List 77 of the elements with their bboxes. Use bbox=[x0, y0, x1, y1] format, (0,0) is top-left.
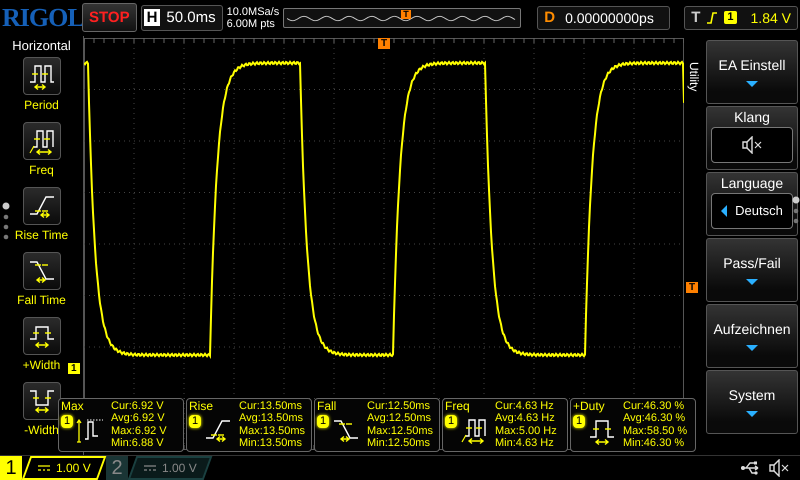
channel-number[interactable]: 2 bbox=[106, 456, 128, 480]
menu-button[interactable]: Aufzeichnen bbox=[706, 304, 798, 368]
measure-label: Freq bbox=[29, 162, 54, 177]
measurement-reading: Cur:6.92 V bbox=[111, 400, 165, 412]
channel-badge: 1 bbox=[573, 414, 586, 428]
trigger-position-marker: T bbox=[378, 38, 390, 49]
sound-toggle[interactable] bbox=[711, 126, 793, 163]
measurement-reading: Avg:6.92 V bbox=[111, 412, 166, 425]
measure-button[interactable] bbox=[22, 252, 60, 290]
measurement-reading: Min:13.50ms bbox=[239, 437, 303, 450]
measurement-reading: Cur:13.50ms bbox=[239, 400, 303, 412]
channel-scale[interactable]: 1.00 V bbox=[128, 456, 212, 480]
measurement-reading: Avg:13.50ms bbox=[239, 412, 304, 425]
measurement-name: Rise bbox=[189, 400, 214, 413]
measurement-reading: Cur:12.50ms bbox=[367, 400, 431, 412]
dc-coupling-icon bbox=[144, 464, 156, 472]
measurement-name: Fall bbox=[317, 400, 338, 413]
memory-depth: 6.00M pts bbox=[226, 18, 276, 30]
menu-button[interactable]: System bbox=[706, 370, 798, 434]
speaker-muted-icon bbox=[741, 136, 763, 154]
menu-label: Klang bbox=[734, 108, 770, 125]
delay-label: D bbox=[544, 9, 556, 26]
menu-button[interactable]: EA Einstell bbox=[706, 40, 798, 104]
measurement-reading: Max:13.50ms bbox=[239, 424, 306, 438]
timebase-value: 50.0ms bbox=[166, 9, 216, 26]
measurement-reading: Avg:46.30 % bbox=[623, 412, 686, 425]
run-stop-button[interactable]: STOP bbox=[82, 3, 137, 32]
measurement-reading: Min:6.88 V bbox=[111, 437, 165, 450]
channel-scale[interactable]: 1.00 V bbox=[22, 456, 106, 480]
measurement-reading: Cur:4.63 Hz bbox=[495, 400, 555, 412]
measure-label: -Width bbox=[24, 422, 59, 437]
measure-label: +Width bbox=[22, 358, 60, 372]
measure-label: Period bbox=[24, 98, 59, 112]
measure-button[interactable] bbox=[22, 122, 60, 160]
measurement-reading: Max:6.92 V bbox=[111, 424, 167, 438]
menu-title: Horizontal bbox=[12, 38, 71, 53]
measurement-name: Max bbox=[61, 400, 85, 413]
measurement-reading: Min:46.30 % bbox=[623, 437, 686, 450]
measurement-reading: Max:58.50 % bbox=[623, 424, 688, 438]
menu-label: Language bbox=[720, 174, 784, 191]
measurement-reading: Avg:4.63 Hz bbox=[495, 412, 556, 425]
measurement-reading: Avg:12.50ms bbox=[367, 412, 432, 425]
page-dots-icon bbox=[2, 202, 10, 242]
rising-edge-icon bbox=[706, 10, 718, 25]
channel-badge: 1 bbox=[61, 414, 74, 428]
measurement-name: Freq bbox=[445, 400, 471, 413]
sample-rate: 10.0MSa/s bbox=[226, 6, 280, 18]
measurement-reading: Max:12.50ms bbox=[367, 424, 434, 438]
measurement-reading: Max:5.00 Hz bbox=[495, 424, 557, 438]
language-selector[interactable]: Deutsch bbox=[711, 192, 793, 229]
measurement-reading: Min:12.50ms bbox=[367, 437, 431, 450]
trigger-position-marker: T bbox=[401, 10, 411, 19]
measure-label: Fall Time bbox=[17, 292, 66, 307]
measurement-reading: Min:4.63 Hz bbox=[495, 437, 555, 450]
speaker-muted-icon bbox=[768, 459, 790, 477]
horizontal-label: H bbox=[144, 9, 160, 26]
measure-button[interactable] bbox=[22, 186, 60, 225]
measurement-name: +Duty bbox=[573, 400, 606, 413]
channel-badge: 1 bbox=[189, 414, 202, 428]
measurement-reading: Cur:46.30 % bbox=[623, 400, 686, 412]
channel-badge: 1 bbox=[445, 414, 458, 428]
trigger-source-badge: 1 bbox=[724, 11, 737, 24]
measure-label: Rise Time bbox=[14, 228, 68, 242]
measure-button[interactable] bbox=[22, 382, 60, 420]
channel-badge: 1 bbox=[317, 414, 330, 428]
measure-button[interactable] bbox=[22, 316, 60, 355]
dc-coupling-icon bbox=[38, 464, 50, 472]
channel-number[interactable]: 1 bbox=[0, 456, 22, 480]
page-dots-icon bbox=[792, 196, 800, 226]
trigger-label: T bbox=[691, 9, 700, 26]
menu-button[interactable]: Pass/Fail bbox=[706, 238, 798, 302]
menu-title: Utility bbox=[687, 62, 701, 92]
channel-offset-marker: 1 bbox=[68, 362, 80, 374]
trigger-level: 1.84 V bbox=[750, 10, 791, 26]
trigger-level-marker: T bbox=[686, 282, 698, 293]
delay-value: 0.00000000ps bbox=[565, 10, 654, 26]
measure-button[interactable] bbox=[22, 56, 60, 95]
